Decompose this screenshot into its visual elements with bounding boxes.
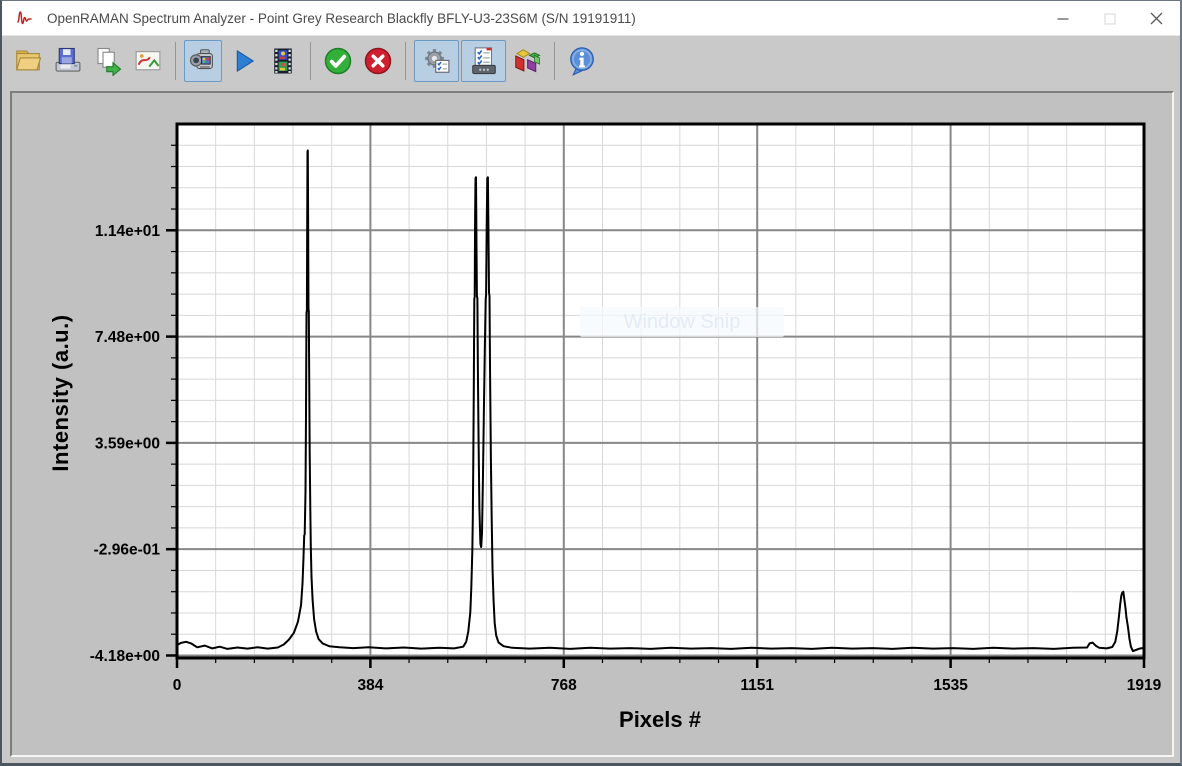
toolbar-separator <box>310 42 311 80</box>
filmstrip-icon <box>268 46 298 76</box>
x-tick-label: 384 <box>357 677 383 694</box>
title-bar[interactable]: OpenRAMAN Spectrum Analyzer - Point Grey… <box>2 1 1180 36</box>
about-button[interactable] <box>563 40 601 82</box>
x-axis-title: Pixels # <box>460 707 860 733</box>
video-button[interactable] <box>264 40 302 82</box>
spectrum-chart[interactable]: 0 384 768 1151 1535 1919 1.14e+01 7.48e+00 3.59e… <box>12 93 1174 755</box>
chart-panel: 0 384 768 1151 1535 1919 1.14e+01 7.48e+00 3.59e… <box>10 91 1174 757</box>
x-tick-label: 0 <box>173 677 182 694</box>
settings-button[interactable] <box>414 40 459 82</box>
y-tick-label: 7.48e+00 <box>95 329 160 346</box>
maximize-icon <box>1104 13 1116 25</box>
save-print-icon <box>53 46 83 76</box>
toolbar-separator <box>175 42 176 80</box>
gear-checklist-icon <box>422 46 452 76</box>
toolbar-separator <box>405 42 406 80</box>
x-tick-label: 1151 <box>740 677 774 694</box>
y-tick-label: 1.14e+01 <box>95 223 160 240</box>
x-tick-label: 768 <box>551 677 577 694</box>
close-button[interactable] <box>1133 1 1180 36</box>
blocks-icon <box>512 46 542 76</box>
play-button[interactable] <box>224 40 262 82</box>
play-icon <box>228 46 258 76</box>
folder-open-icon <box>13 46 43 76</box>
cancel-circle-icon <box>363 46 393 76</box>
y-axis-title: Intensity (a.u.) <box>48 243 82 543</box>
app-icon <box>16 9 38 27</box>
workspace: 0 384 768 1151 1535 1919 1.14e+01 7.48e+00 3.59e… <box>2 87 1180 763</box>
window-controls <box>1039 1 1180 36</box>
camera-button[interactable] <box>184 40 222 82</box>
info-icon <box>567 46 597 76</box>
palette-button[interactable] <box>508 40 546 82</box>
plot-background <box>177 124 1144 658</box>
toolbar-separator <box>554 42 555 80</box>
checklist-console-icon <box>469 46 499 76</box>
app-window: OpenRAMAN Spectrum Analyzer - Point Grey… <box>0 0 1182 766</box>
camera-icon <box>188 46 218 76</box>
maximize-button[interactable] <box>1086 1 1133 36</box>
x-tick-label: 1535 <box>933 677 968 694</box>
y-tick-label: -2.96e-01 <box>94 542 161 559</box>
toolbar <box>2 36 1180 86</box>
image-icon <box>133 46 163 76</box>
minimize-button[interactable] <box>1039 1 1086 36</box>
minimize-icon <box>1057 13 1069 25</box>
export-copy-icon <box>93 46 123 76</box>
export-button[interactable] <box>89 40 127 82</box>
y-tick-label: 3.59e+00 <box>95 435 160 452</box>
acquisition-button[interactable] <box>461 40 506 82</box>
open-button[interactable] <box>9 40 47 82</box>
close-icon <box>1150 12 1163 25</box>
save-button[interactable] <box>49 40 87 82</box>
window-title: OpenRAMAN Spectrum Analyzer - Point Grey… <box>47 11 636 26</box>
accept-button[interactable] <box>319 40 357 82</box>
snapshot-button[interactable] <box>129 40 167 82</box>
check-circle-icon <box>323 46 353 76</box>
cancel-button[interactable] <box>359 40 397 82</box>
x-tick-label: 1919 <box>1127 677 1162 694</box>
y-tick-label: -4.18e+00 <box>90 648 160 665</box>
plot-area <box>177 124 1144 658</box>
